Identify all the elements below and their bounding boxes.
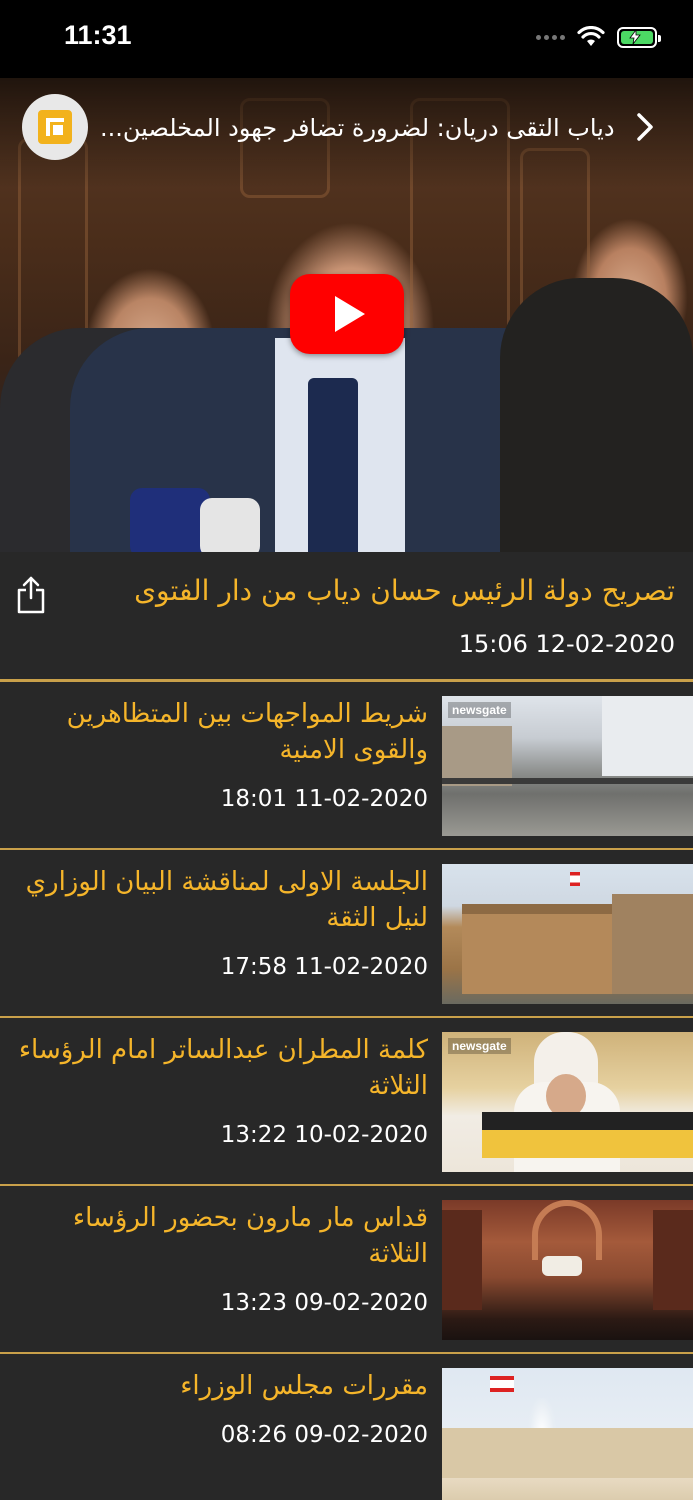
status-time: 11:31 [64, 20, 132, 50]
list-item-thumbnail: newsgate [442, 696, 693, 836]
list-item-title: كلمة المطران عبدالساتر امام الرؤساء الثل… [18, 1035, 428, 1101]
status-icons [536, 26, 661, 48]
list-item-thumbnail [442, 1368, 693, 1500]
channel-logo[interactable] [22, 94, 88, 160]
person-right [500, 278, 693, 552]
list-item-date: 13:23 09-02-2020 [220, 1290, 428, 1316]
featured-title: تصريح دولة الرئيس حسان دياب من دار الفتو… [134, 574, 675, 607]
youtube-play-icon[interactable] [290, 274, 404, 354]
lebanon-flag [490, 1376, 514, 1392]
featured-item[interactable]: تصريح دولة الرئيس حسان دياب من دار الفتو… [0, 552, 693, 679]
thumbnail-brand: newsgate [448, 1038, 511, 1054]
list-item-thumbnail [442, 1200, 693, 1340]
list-item-date: 08:26 09-02-2020 [220, 1422, 428, 1448]
microphone [130, 488, 210, 552]
list-item-title: الجلسة الاولى لمناقشة البيان الوزاري لني… [25, 867, 428, 933]
video-player[interactable]: دياب التقى دريان: لضرورة تضافر جهود المخ… [0, 78, 693, 552]
list-item-thumbnail: newsgate [442, 1032, 693, 1172]
list-item[interactable]: قداس مار مارون بحضور الرؤساء الثلاثة 13:… [0, 1186, 693, 1352]
thumbnail-caption [482, 1112, 693, 1158]
thumbnail-brand: newsgate [448, 702, 511, 718]
list-item[interactable]: الجلسة الاولى لمناقشة البيان الوزاري لني… [0, 850, 693, 1016]
list-item-date: 13:22 10-02-2020 [220, 1122, 428, 1148]
wifi-icon [577, 26, 605, 46]
cellular-signal-icon [536, 34, 565, 40]
list-item[interactable]: شريط المواجهات بين المتظاهرين والقوى الا… [0, 682, 693, 848]
video-title[interactable]: دياب التقى دريان: لضرورة تضافر جهود المخ… [100, 114, 620, 142]
list-item-date: 17:58 11-02-2020 [220, 954, 428, 980]
list-item-title: شريط المواجهات بين المتظاهرين والقوى الا… [66, 699, 428, 765]
battery-charging-icon [617, 26, 661, 48]
status-bar: 11:31 [0, 0, 693, 78]
list-item-title: مقررات مجلس الوزراء [180, 1371, 428, 1401]
chevron-right-icon[interactable] [635, 112, 655, 142]
list-item[interactable]: كلمة المطران عبدالساتر امام الرؤساء الثل… [0, 1018, 693, 1184]
list-item-date: 18:01 11-02-2020 [220, 786, 428, 812]
share-icon[interactable] [16, 576, 46, 614]
list-item-title: قداس مار مارون بحضور الرؤساء الثلاثة [72, 1203, 428, 1269]
list-item-thumbnail [442, 864, 693, 1004]
featured-date: 15:06 12-02-2020 [458, 630, 675, 658]
list-item[interactable]: مقررات مجلس الوزراء 08:26 09-02-2020 [0, 1354, 693, 1500]
